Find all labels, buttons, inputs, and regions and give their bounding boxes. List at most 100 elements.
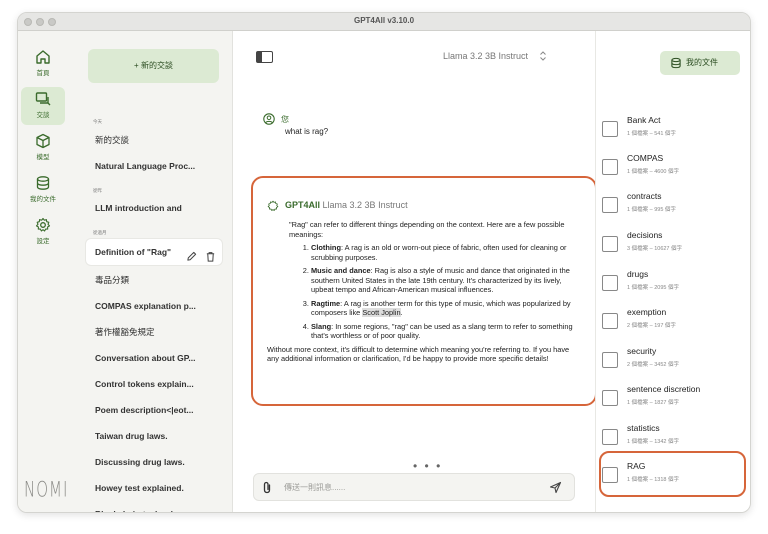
window-title: GPT4All v3.10.0 [353, 16, 415, 25]
assistant-model: Llama 3.2 3B Instruct [322, 200, 408, 210]
nav-models[interactable]: 模型 [21, 129, 65, 167]
nav-localdocs[interactable]: 我的文件 [21, 171, 65, 209]
conversation-item[interactable]: Conversation about GP... [86, 345, 222, 371]
doc-checkbox[interactable] [602, 352, 618, 368]
model-selector[interactable]: Llama 3.2 3B Instruct [443, 51, 528, 61]
answer-text: : In some regions, "rag" can be used as … [311, 321, 573, 341]
nav-models-label: 模型 [36, 154, 50, 161]
message-input-box [253, 473, 575, 501]
nav-chats[interactable]: 交談 [21, 87, 65, 125]
conversation-item[interactable]: Howey test explained. [86, 475, 222, 501]
conversation-item[interactable]: COMPAS explanation p... [86, 293, 222, 319]
doc-checkbox[interactable] [602, 390, 618, 406]
assistant-message-body: "Rag" can refer to different things depe… [267, 220, 579, 364]
doc-meta: 1 個檔案 – 541 個字 [627, 131, 676, 137]
my-docs-label: 我的文件 [686, 58, 718, 67]
conversation-item[interactable]: 毒品分類 [86, 267, 222, 293]
conversation-item[interactable]: Blockchain technology [86, 501, 222, 512]
answer-text: : A rag is another term for this type of… [311, 298, 571, 318]
doc-checkbox[interactable] [602, 159, 618, 175]
section-yesterday: 從昨 [93, 188, 102, 193]
cube-icon [36, 133, 50, 149]
conversation-item[interactable]: Control tokens explain... [86, 371, 222, 397]
doc-checkbox[interactable] [602, 121, 618, 137]
answer-term: Clothing [311, 243, 341, 252]
doc-name: decisions [627, 230, 663, 240]
attach-paperclip-icon[interactable] [262, 481, 272, 494]
send-icon[interactable] [549, 481, 562, 494]
answer-point: Music and dance: Rag is also a style of … [311, 266, 579, 295]
conversation-item-active[interactable]: Definition of "Rag" [86, 239, 222, 265]
conversation-item[interactable]: 新的交談 [86, 127, 222, 153]
my-docs-button[interactable]: 我的文件 [660, 51, 740, 75]
doc-meta: 2 個檔案 – 3452 個字 [627, 362, 679, 368]
doc-name: security [627, 346, 657, 356]
doc-meta: 1 個檔案 – 1342 個字 [627, 439, 679, 445]
doc-meta: 1 個檔案 – 1827 個字 [627, 400, 679, 406]
conversation-item[interactable]: LLM introduction and [86, 195, 222, 221]
doc-collection[interactable]: decisions 3 個檔案 – 10627 個字 [602, 228, 744, 264]
conversation-item[interactable]: Taiwan drug laws. [86, 423, 222, 449]
user-message-text: what is rag? [285, 127, 329, 136]
database-icon [671, 57, 681, 69]
doc-name: contracts [627, 191, 662, 201]
answer-term: Ragtime [311, 298, 341, 308]
doc-collection[interactable]: Bank Act 1 個檔案 – 541 個字 [602, 113, 744, 149]
conversation-sidebar: + 新的交談 今天 新的交談 Natural Language Proc... … [68, 31, 233, 512]
doc-collection[interactable]: security 2 個檔案 – 3452 個字 [602, 344, 744, 380]
app-window: GPT4All v3.10.0 首頁 交談 模型 我的文件 設定 NOMIC +… [17, 12, 751, 513]
edit-pencil-icon[interactable] [186, 251, 197, 262]
conversation-item[interactable]: 著作權豁免規定 [86, 319, 222, 345]
doc-checkbox[interactable] [602, 429, 618, 445]
nav-settings-label: 設定 [36, 238, 50, 245]
section-today: 今天 [93, 119, 102, 124]
answer-text: : A rag is an old or worn-out piece of f… [311, 243, 567, 262]
doc-collection[interactable]: contracts 1 個檔案 – 995 個字 [602, 189, 744, 225]
doc-checkbox[interactable] [602, 313, 618, 329]
toggle-sidebar-button[interactable] [256, 51, 273, 63]
answer-point: Slang: In some regions, "rag" can be use… [311, 322, 579, 341]
chat-header: Llama 3.2 3B Instruct [233, 31, 595, 83]
doc-name: Bank Act [627, 115, 661, 125]
doc-collection[interactable]: COMPAS 1 個檔案 – 4600 個字 [602, 151, 744, 187]
nav-chats-label: 交談 [36, 112, 50, 119]
doc-checkbox[interactable] [602, 236, 618, 252]
doc-checkbox[interactable] [602, 197, 618, 213]
chevron-updown-icon[interactable] [539, 50, 547, 62]
conversation-item[interactable]: Poem description<|eot... [86, 397, 222, 423]
answer-point: Clothing: A rag is an old or worn-out pi… [311, 243, 579, 262]
assistant-brand: GPT4All [285, 200, 321, 210]
nav-home[interactable]: 首頁 [21, 45, 65, 83]
doc-checkbox[interactable] [602, 275, 618, 291]
doc-collection[interactable]: sentence discretion 1 個檔案 – 1827 個字 [602, 382, 744, 418]
doc-meta: 1 個檔案 – 995 個字 [627, 207, 676, 213]
answer-intro: "Rag" can refer to different things depe… [289, 220, 565, 239]
trash-icon[interactable] [205, 251, 216, 262]
user-name: 您 [281, 115, 289, 124]
new-chat-button[interactable]: + 新的交談 [88, 49, 219, 83]
doc-collection[interactable]: exemption 2 個檔案 – 197 個字 [602, 305, 744, 341]
gear-icon [35, 217, 51, 232]
nav-home-label: 首頁 [36, 70, 50, 77]
assistant-message: GPT4All Llama 3.2 3B Instruct "Rag" can … [251, 176, 597, 406]
conversation-item[interactable]: Natural Language Proc... [86, 153, 222, 179]
chat-panel: Llama 3.2 3B Instruct 您 what is rag? GPT… [233, 31, 597, 512]
nav-rail: 首頁 交談 模型 我的文件 設定 NOMIC [18, 31, 79, 512]
user-avatar-icon [263, 113, 275, 125]
doc-name: COMPAS [627, 153, 664, 163]
answer-term: Music and dance [311, 266, 371, 275]
doc-name: sentence discretion [627, 384, 701, 394]
assistant-avatar-icon [267, 200, 279, 211]
doc-meta: 2 個檔案 – 197 個字 [627, 323, 676, 329]
doc-collection[interactable]: drugs 1 個檔案 – 2095 個字 [602, 267, 744, 303]
nav-settings[interactable]: 設定 [21, 213, 65, 251]
answer-outro: Without more context, it's difficult to … [267, 344, 570, 364]
conversation-title: Definition of "Rag" [95, 247, 172, 257]
assistant-header: GPT4All Llama 3.2 3B Instruct [285, 200, 408, 210]
message-input[interactable] [284, 474, 534, 500]
doc-name: drugs [627, 269, 649, 279]
conversation-item[interactable]: Discussing drug laws. [86, 449, 222, 475]
rag-highlight-outline [599, 451, 746, 497]
doc-meta: 3 個檔案 – 10627 個字 [627, 246, 683, 252]
answer-list: Clothing: A rag is an old or worn-out pi… [311, 243, 579, 341]
